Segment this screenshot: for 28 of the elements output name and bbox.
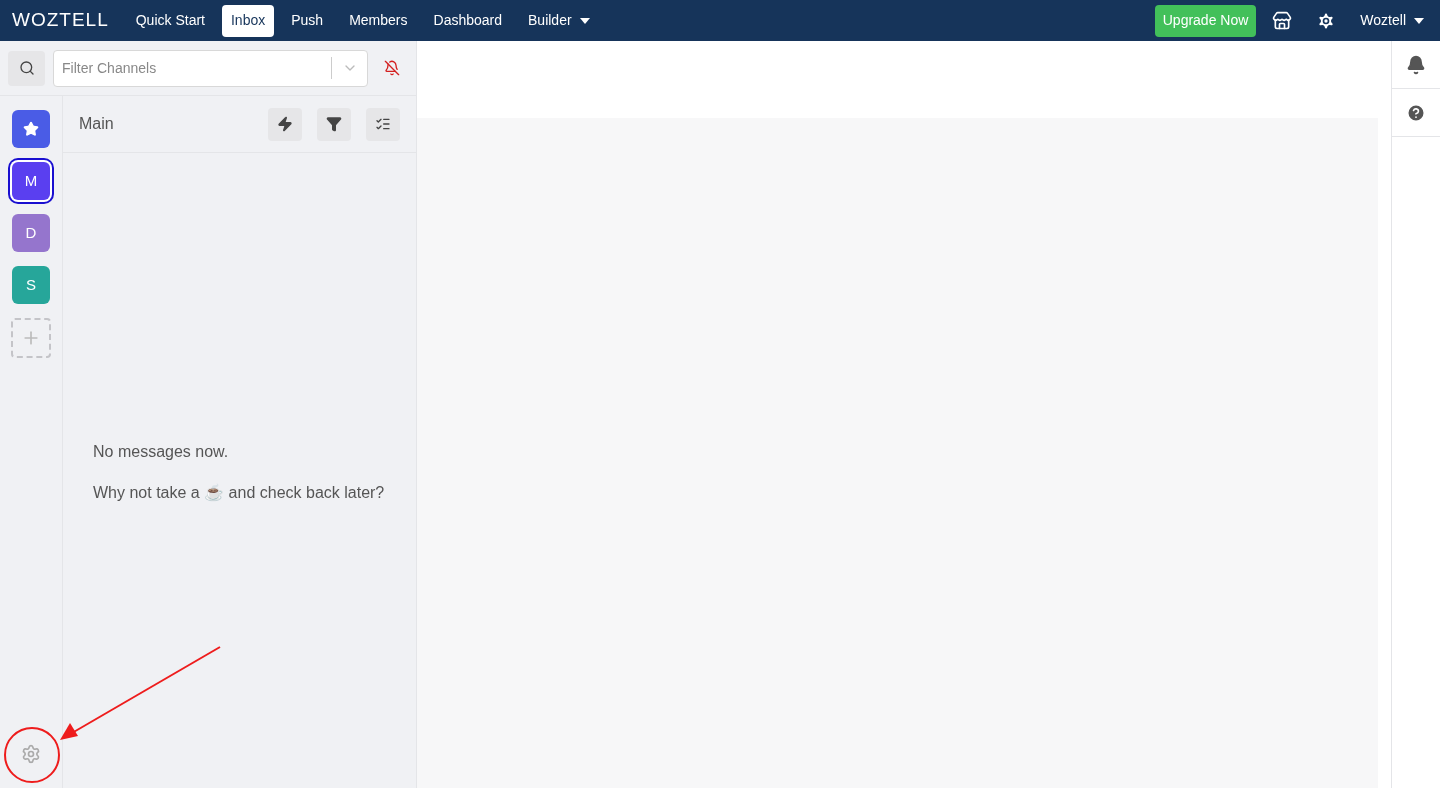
inbox-title: Main <box>79 114 115 134</box>
nav-tab[interactable]: Dashboard <box>424 4 511 37</box>
help-icon[interactable] <box>1406 102 1426 123</box>
filter-icon <box>326 116 342 132</box>
search-icon <box>18 60 35 76</box>
caret-icon <box>1414 17 1424 24</box>
lightning-icon <box>277 116 293 132</box>
user-menu[interactable]: Woztell <box>1360 10 1424 31</box>
channel-button[interactable] <box>12 110 50 148</box>
store-icon[interactable] <box>1272 10 1293 31</box>
empty-title: No messages now. <box>93 442 230 462</box>
checklist-icon <box>375 116 391 132</box>
logo[interactable]: WOZTELL <box>12 6 109 35</box>
nav-tab[interactable]: Members <box>340 4 417 37</box>
nav-tab[interactable]: Builder <box>519 4 599 37</box>
filter-button[interactable] <box>317 107 351 141</box>
quick-reply-button[interactable] <box>268 107 302 141</box>
channel-button[interactable]: D <box>12 214 50 252</box>
nav-tab[interactable]: Push <box>282 4 333 37</box>
nav-tab[interactable]: Inbox <box>222 4 275 37</box>
empty-message: Why not take a ☕ and check back later? <box>93 483 386 503</box>
bell-icon[interactable] <box>1406 54 1426 75</box>
muted-bell-icon[interactable] <box>384 60 400 76</box>
checklist-button[interactable] <box>366 107 400 141</box>
nav-tab[interactable]: Quick Start <box>126 4 214 37</box>
filter-field[interactable]: Filter Channels <box>53 49 368 87</box>
star-icon <box>23 121 39 137</box>
search-button[interactable] <box>8 50 45 86</box>
